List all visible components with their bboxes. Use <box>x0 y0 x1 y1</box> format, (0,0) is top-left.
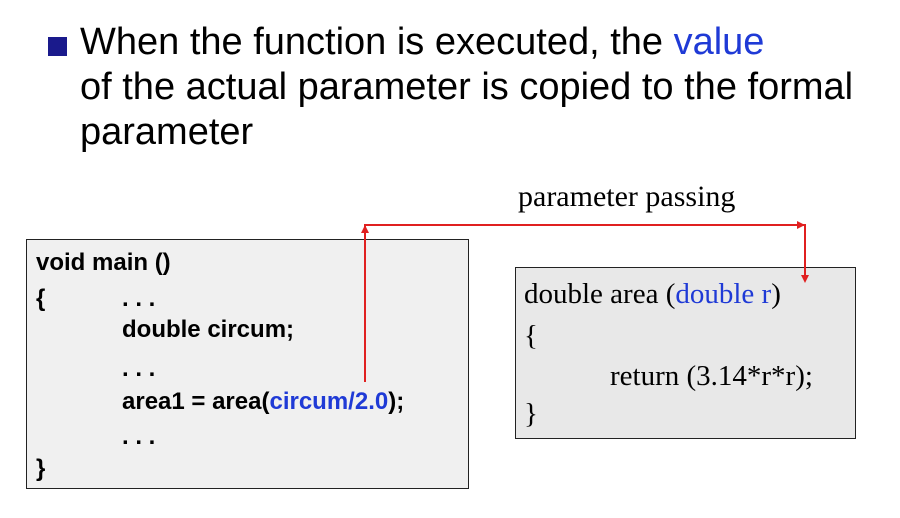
arrow-path <box>364 224 806 382</box>
parameter-arrow <box>361 221 809 382</box>
arrow-head-down <box>801 275 809 283</box>
arrow-head-up <box>361 225 369 233</box>
arrow-head-right <box>797 221 805 229</box>
